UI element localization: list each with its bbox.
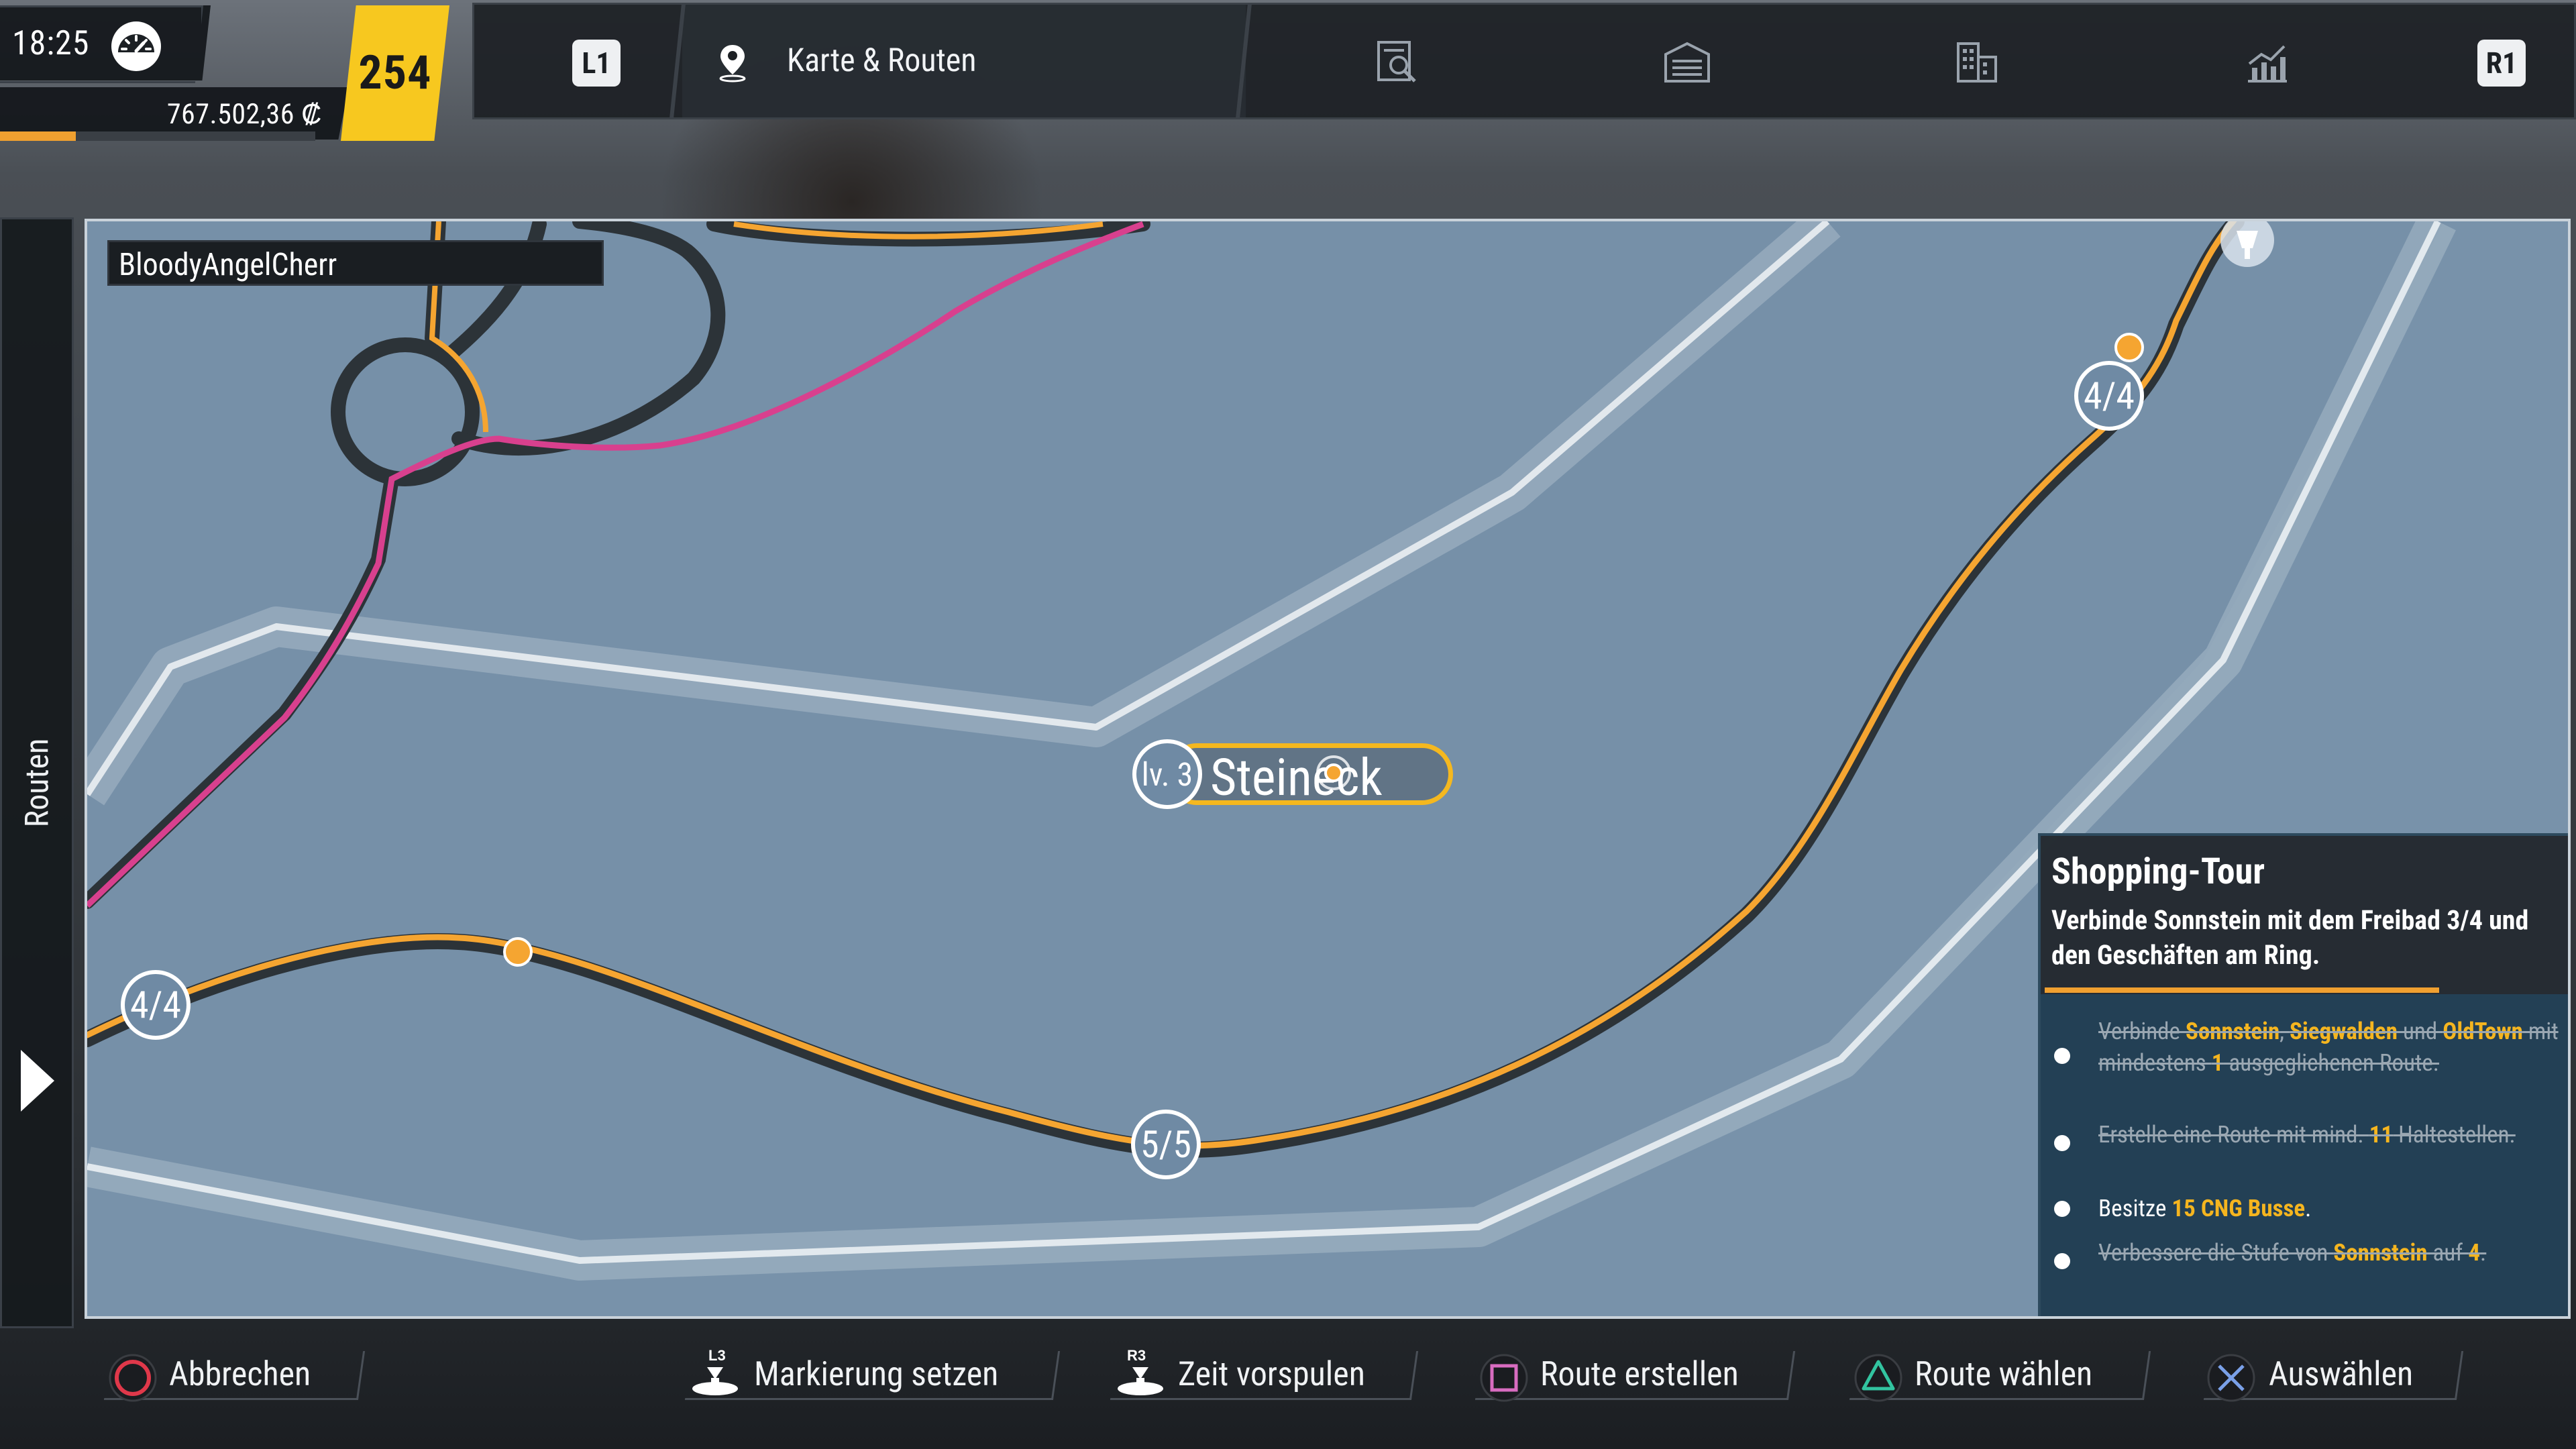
time-speed-icon[interactable]: [109, 19, 164, 74]
sidebar-routes-label: Routen: [17, 738, 56, 828]
city-buildings-icon[interactable]: [1951, 37, 2002, 88]
cross-button-icon[interactable]: [2204, 1351, 2258, 1405]
expand-arrow-icon[interactable]: [21, 1050, 54, 1112]
task-text: Verbessere die Stufe von Sonnstein auf 4…: [2098, 1239, 2487, 1267]
finance-report-icon[interactable]: [1372, 37, 1423, 88]
svg-text:L3: L3: [708, 1347, 726, 1364]
task-text: Erstelle eine Route mit mind. 11 Haltest…: [2098, 1121, 2516, 1148]
task-bullet: [2054, 1135, 2070, 1151]
depot-icon[interactable]: [1662, 37, 1713, 88]
circle-button-icon[interactable]: [106, 1351, 160, 1405]
money-amount: 767.502,36 ₡: [166, 98, 322, 131]
mission-title: Shopping-Tour: [2051, 851, 2265, 893]
l1-button[interactable]: L1: [572, 40, 621, 87]
cancel-button[interactable]: Abbrechen: [169, 1355, 311, 1394]
statistics-chart-icon[interactable]: [2241, 37, 2292, 88]
svg-text:R3: R3: [1127, 1347, 1146, 1364]
money-progress-fill: [0, 131, 76, 141]
mission-header: Shopping-Tour Verbinde Sonnstein mit dem…: [2041, 836, 2568, 994]
stop-badge[interactable]: 4/4: [2074, 361, 2144, 431]
city-marker-icon: [1316, 755, 1351, 790]
route-marker[interactable]: [503, 937, 533, 967]
choose-route-button[interactable]: Route wählen: [1915, 1355, 2092, 1394]
clock-time: 18:25: [12, 24, 90, 63]
task-text: Besitze 15 CNG Busse.: [2098, 1195, 2312, 1222]
player-name-tag: BloodyAngelCherr: [107, 240, 604, 286]
stop-badge[interactable]: 5/5: [1131, 1110, 1201, 1179]
level-badge: 254: [341, 5, 449, 141]
task-bullet: [2054, 1048, 2070, 1064]
mission-description: Verbinde Sonnstein mit dem Freibad 3/4 u…: [2051, 904, 2529, 971]
square-button-icon[interactable]: [1477, 1351, 1531, 1405]
r3-stick-icon[interactable]: R3: [1114, 1346, 1167, 1399]
mission-panel: Shopping-Tour Verbinde Sonnstein mit dem…: [2038, 833, 2568, 1316]
triangle-button-icon[interactable]: [1851, 1351, 1905, 1405]
tab-map-routes-label[interactable]: Karte & Routen: [787, 41, 977, 79]
city-name: Steineck: [1210, 747, 1383, 808]
map-view[interactable]: BloodyAngelCherr lv. 3 Steineck 4/4 5/5 …: [85, 219, 2571, 1319]
l3-stick-icon[interactable]: L3: [688, 1346, 742, 1399]
r1-button[interactable]: R1: [2477, 40, 2526, 87]
map-pin-icon: [719, 45, 746, 83]
task-text: Verbinde Sonnstein, Siegwalden und OldTo…: [2098, 1018, 2559, 1077]
routes-sidebar[interactable]: Routen: [0, 217, 74, 1328]
level-value: 254: [358, 46, 432, 101]
top-nav-bar: L1 Karte & Routen R1: [472, 3, 2576, 119]
money-progress-bar: [0, 131, 315, 141]
set-marker-button[interactable]: Markierung setzen: [754, 1355, 998, 1394]
stop-badge[interactable]: 4/4: [121, 970, 191, 1040]
fast-forward-button[interactable]: Zeit vorspulen: [1178, 1355, 1365, 1394]
select-button[interactable]: Auswählen: [2269, 1355, 2413, 1394]
create-route-button[interactable]: Route erstellen: [1540, 1355, 1739, 1394]
route-marker[interactable]: [2114, 333, 2144, 362]
city-level-badge: lv. 3: [1132, 739, 1202, 809]
mission-divider: [2045, 987, 2439, 993]
city-label[interactable]: lv. 3 Steineck: [1132, 739, 1457, 810]
task-bullet: [2054, 1201, 2070, 1217]
task-bullet: [2054, 1253, 2070, 1269]
